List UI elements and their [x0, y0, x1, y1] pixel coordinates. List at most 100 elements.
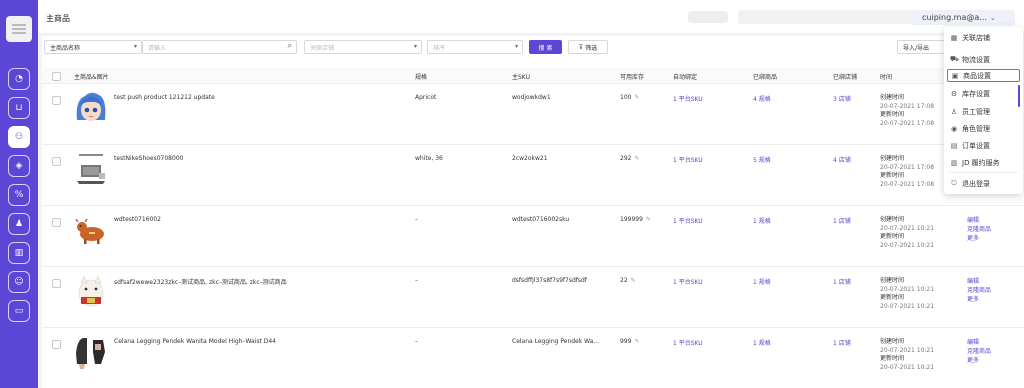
user-name: cuiping.ma@a... [922, 13, 987, 22]
menu-item-orders[interactable]: ▤ 订单设置 [947, 139, 1020, 152]
created-label: 创建时间 [880, 216, 905, 223]
col-sku: 主SKU [512, 74, 530, 81]
menu-item-label: 订单设置 [962, 141, 990, 150]
created-label: 创建时间 [880, 94, 905, 101]
filter-button[interactable]: ⊽ 筛选 [568, 40, 608, 54]
spec: Apricot [415, 94, 437, 101]
edit-link[interactable]: 编辑 [967, 277, 991, 286]
edit-link[interactable]: 编辑 [967, 216, 991, 225]
autobind-link[interactable]: 1 平台SKU [673, 338, 703, 347]
sidebar: ◔ ⊔ ⚇ ◈ % ♟ ▥ ☺ ▭ [0, 0, 38, 388]
chat-icon[interactable]: ☺ [8, 271, 30, 293]
autobind-link[interactable]: 1 平台SKU [673, 155, 703, 164]
table-row[interactable]: test push product 121212 update Apricot … [42, 84, 1024, 145]
stock: 292 ✎ [620, 155, 639, 162]
bound-products-link[interactable]: 1 规格 [753, 277, 771, 286]
percent-icon[interactable]: % [8, 184, 30, 206]
updated-time: 20-07-2021 17:08 [880, 180, 935, 188]
chart-icon[interactable]: ▥ [8, 242, 30, 264]
row-checkbox[interactable] [52, 279, 61, 288]
menu-item-label: JD 履约服务 [962, 158, 1000, 167]
row-checkbox[interactable] [52, 157, 61, 166]
col-stock: 可用库存 [620, 74, 645, 81]
menu-item-label: 角色管理 [962, 124, 990, 133]
row-actions: 编辑 克隆商品 更多 [967, 338, 991, 365]
menu-item-logistics[interactable]: ⛟ 物流设置 [947, 53, 1020, 66]
product-image [73, 334, 109, 370]
bound-products-link[interactable]: 1 规格 [753, 216, 771, 225]
autobind-link[interactable]: 1 平台SKU [673, 277, 703, 286]
pencil-icon[interactable]: ✎ [634, 338, 639, 345]
box-icon[interactable]: ◈ [8, 155, 30, 177]
menu-item-logout[interactable]: ⎋ 退出登录 [947, 177, 1020, 190]
more-link[interactable]: 更多 [967, 356, 991, 365]
pencil-icon[interactable]: ✎ [646, 216, 651, 223]
sku: wodjowkdw1 [512, 94, 551, 101]
user-dropdown-menu: ▦ 关联店铺 ⛟ 物流设置 ▣ 商品设置 ⚙ 库存设置 ♙ 员工管理 ◉ 角色管理 ▤ 订单设… [944, 27, 1023, 194]
more-link[interactable]: 更多 [967, 295, 991, 304]
search-icon[interactable]: ⌕ [288, 41, 292, 51]
clone-link[interactable]: 克隆商品 [967, 225, 991, 234]
message-icon[interactable]: ▭ [8, 300, 30, 322]
dashboard-icon[interactable]: ◔ [8, 68, 30, 90]
menu-item-label: 商品设置 [963, 71, 991, 80]
table-row[interactable]: Celana Legging Pendek Wanita Model High–… [42, 328, 1024, 388]
product-tree-icon[interactable]: ⚇ [8, 126, 30, 148]
autobind-link[interactable]: 1 平台SKU [673, 94, 703, 103]
edit-link[interactable]: 编辑 [967, 338, 991, 347]
cart-icon[interactable]: ⊔ [8, 97, 30, 119]
table-row[interactable]: wdtest0716002 – wdtest0716002sku 199999 ✎… [42, 206, 1024, 267]
bound-products-link[interactable]: 5 规格 [753, 155, 771, 164]
import-export-button[interactable]: 导入/导出 [897, 40, 947, 54]
menu-item-staff[interactable]: ♙ 员工管理 [947, 105, 1020, 118]
bound-stores-link[interactable]: 1 店铺 [833, 338, 851, 347]
row-checkbox[interactable] [52, 218, 61, 227]
table-row[interactable]: sdfsaf2wewe2323zkc–测试商品, zkc–测试商品, zkc–测… [42, 267, 1024, 328]
search-button[interactable]: 搜 索 [529, 40, 562, 54]
select-all-checkbox[interactable] [52, 72, 61, 81]
autobind-link[interactable]: 1 平台SKU [673, 216, 703, 225]
menu-item-roles[interactable]: ◉ 角色管理 [947, 122, 1020, 135]
product-name[interactable]: wdtest0716002 [114, 216, 161, 223]
menu-item-stores[interactable]: ▦ 关联店铺 [947, 31, 1020, 44]
row-checkbox[interactable] [52, 96, 61, 105]
search-input[interactable]: 请输入 ⌕ [142, 40, 297, 54]
pencil-icon[interactable]: ✎ [631, 277, 636, 284]
product-name[interactable]: sdfsaf2wewe2323zkc–测试商品, zkc–测试商品, zkc–测… [114, 277, 287, 286]
pencil-icon[interactable]: ✎ [634, 94, 639, 101]
main-content: 主商品名称 ▾ 请输入 ⌕ 关联店铺 ▾ 排序 ▾ 搜 索 ⊽ 筛选 导入/导出… [42, 36, 1024, 388]
spec: white, 36 [415, 155, 443, 162]
pencil-icon[interactable]: ✎ [634, 155, 639, 162]
bound-stores-link[interactable]: 1 店铺 [833, 216, 851, 225]
table-row[interactable]: testNikeShoes0708000 white, 36 2cw2okw21… [42, 145, 1024, 206]
menu-item-jd-service[interactable]: ▥ JD 履约服务 [947, 156, 1020, 169]
updated-time: 20-07-2021 10:21 [880, 302, 935, 310]
col-bound-stores: 已绑店铺 [833, 74, 858, 81]
blurred-area [738, 10, 918, 24]
bound-stores-link[interactable]: 1 店铺 [833, 277, 851, 286]
sort-select[interactable]: 排序 ▾ [427, 40, 523, 54]
bound-products-link[interactable]: 1 规格 [753, 338, 771, 347]
product-name[interactable]: testNikeShoes0708000 [114, 155, 183, 162]
stock-value: 999 [620, 338, 632, 345]
bound-products-link[interactable]: 4 规格 [753, 94, 771, 103]
product-name[interactable]: test push product 121212 update [114, 94, 215, 101]
row-checkbox[interactable] [52, 340, 61, 349]
chevron-down-icon: ▾ [413, 43, 417, 50]
bound-stores-link[interactable]: 3 店铺 [833, 94, 851, 103]
users-icon[interactable]: ♟ [8, 213, 30, 235]
menu-item-inventory[interactable]: ⚙ 库存设置 [947, 87, 1020, 100]
stock: 199999 ✎ [620, 216, 651, 223]
bound-stores-link[interactable]: 4 店铺 [833, 155, 851, 164]
store-placeholder: 关联店铺 [310, 44, 335, 52]
menu-item-product-settings[interactable]: ▣ 商品设置 [947, 69, 1020, 82]
updated-time: 20-07-2021 17:08 [880, 119, 935, 127]
scrollbar[interactable] [1018, 85, 1020, 107]
store-select[interactable]: 关联店铺 ▾ [304, 40, 422, 54]
clone-link[interactable]: 克隆商品 [967, 347, 991, 356]
product-name[interactable]: Celana Legging Pendek Wanita Model High–… [114, 338, 276, 345]
clone-link[interactable]: 克隆商品 [967, 286, 991, 295]
more-link[interactable]: 更多 [967, 234, 991, 243]
name-select[interactable]: 主商品名称 ▾ [44, 40, 142, 54]
user-menu[interactable]: cuiping.ma@a... ⌄ [910, 10, 1015, 25]
